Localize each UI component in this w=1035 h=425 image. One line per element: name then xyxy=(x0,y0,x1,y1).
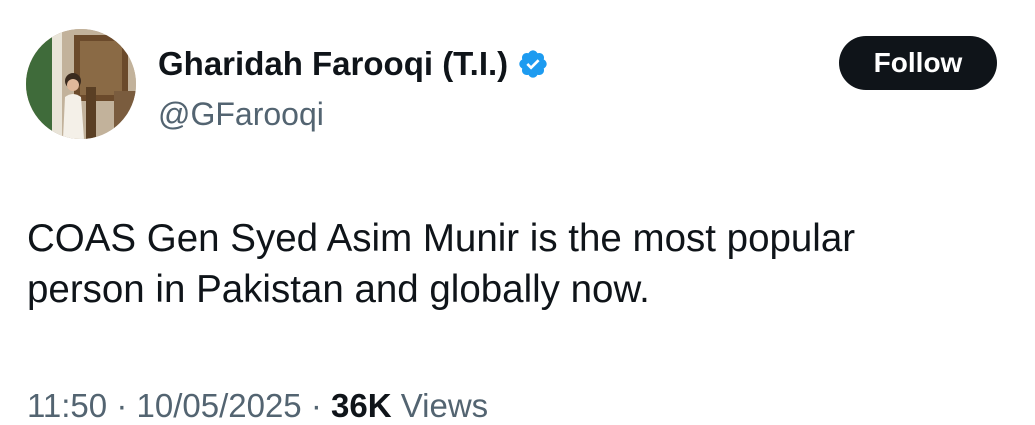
author-display-name[interactable]: Gharidah Farooqi (T.I.) xyxy=(158,45,508,83)
profile-photo-icon xyxy=(26,29,136,139)
views-count[interactable]: 36K xyxy=(331,387,392,424)
follow-button[interactable]: Follow xyxy=(839,36,997,90)
tweet-meta: 11:50 · 10/05/2025 · 36K Views xyxy=(27,387,488,425)
author-handle[interactable]: @GFarooqi xyxy=(158,96,324,133)
views-label: Views xyxy=(400,387,489,424)
tweet-date[interactable]: 10/05/2025 xyxy=(136,387,301,424)
avatar[interactable] xyxy=(26,29,136,139)
tweet-text: COAS Gen Syed Asim Munir is the most pop… xyxy=(27,217,856,311)
verified-badge-icon[interactable] xyxy=(517,48,549,80)
author-name-row: Gharidah Farooqi (T.I.) xyxy=(158,42,549,86)
tweet-time[interactable]: 11:50 xyxy=(27,387,107,424)
tweet-card: Gharidah Farooqi (T.I.) @GFarooqi Follow… xyxy=(0,0,1035,424)
meta-separator: · xyxy=(310,387,322,424)
meta-separator: · xyxy=(116,387,128,424)
